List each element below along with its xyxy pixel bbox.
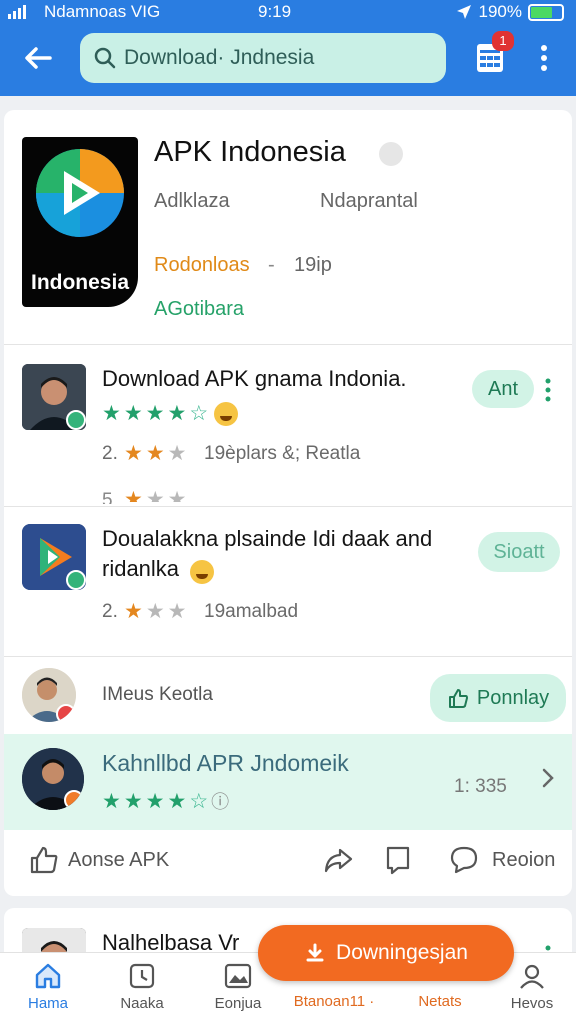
emoji-icon <box>190 560 214 584</box>
profile-icon <box>520 964 544 989</box>
play-button-label: Ponnlay <box>476 687 550 709</box>
location-icon <box>456 5 471 19</box>
verified-badge-icon <box>66 410 86 430</box>
nav-label: Btanoan11 · <box>293 993 375 1010</box>
rating-prefix: 5 <box>102 490 113 504</box>
nav-label: Netats <box>418 993 462 1010</box>
app-bar: Ndamnoas VIG 9:19 190% 1 <box>0 0 576 96</box>
user-name[interactable]: IMeus Keotla <box>102 684 213 706</box>
notification-badge: 1 <box>492 31 514 51</box>
nav-news[interactable]: Netats <box>392 993 488 1010</box>
nav-downloads[interactable]: Btanoan11 · <box>286 993 382 1010</box>
comment-icon[interactable] <box>448 844 480 876</box>
rating-stars: ★ ★ ★ ★ ☆ ⓘ <box>102 790 230 813</box>
app-detail-card: Indonesia APK Indonesia Adlklaza Ndapran… <box>4 110 572 896</box>
back-arrow-icon[interactable] <box>20 40 56 76</box>
report-label[interactable]: Reoion <box>492 849 555 872</box>
list-item-title[interactable]: Doualakkna plsainde Idi daak and ridanlk… <box>102 524 472 584</box>
secondary-rating-stars: ★ ★ ★ <box>124 488 187 502</box>
app-logo[interactable]: Indonesia <box>22 137 138 307</box>
nav-label: Hevos <box>510 995 554 1012</box>
battery-percent: 190% <box>478 2 522 21</box>
share-icon[interactable] <box>322 844 354 876</box>
home-icon <box>35 963 61 989</box>
download-icon <box>306 943 324 962</box>
reviews-text: 19èplars &; Reatla <box>204 443 361 464</box>
app-logo-label: Indonesia <box>30 271 130 294</box>
divider <box>4 506 572 507</box>
developer-name[interactable]: Adlklaza <box>154 190 230 213</box>
avatar[interactable] <box>22 364 86 430</box>
app-icon[interactable] <box>22 524 86 590</box>
play-logo-icon <box>36 149 124 237</box>
nav-apps[interactable]: Naaka <box>94 961 190 1012</box>
search-icon <box>94 47 116 69</box>
nav-label: Naaka <box>120 995 164 1012</box>
featured-count: 1: 335 <box>454 776 507 797</box>
nav-home[interactable]: Hama <box>0 961 96 1012</box>
badge-icon <box>56 704 76 722</box>
app-title: APK Indonesia <box>154 136 346 168</box>
download-fab-label: Downingesjan <box>336 941 468 964</box>
action-button[interactable]: Ant <box>472 370 534 408</box>
reviews-text: 19amalbad <box>204 601 299 622</box>
badge-icon <box>64 790 84 810</box>
divider <box>4 344 572 345</box>
thumbs-up-icon <box>448 689 468 708</box>
nav-label: Eonjua <box>214 995 262 1012</box>
emoji-icon <box>214 402 238 426</box>
more-options-icon[interactable] <box>544 377 552 403</box>
battery-icon <box>528 3 564 21</box>
featured-title[interactable]: Kahnllbd APR Jndomeik <box>102 748 349 778</box>
carrier-name: Ndamnoas VIG <box>44 2 161 21</box>
avatar[interactable] <box>22 748 84 810</box>
more-options-icon[interactable] <box>534 44 554 72</box>
bookmark-icon[interactable] <box>382 844 414 876</box>
rating-prefix: 2. <box>102 601 118 622</box>
image-icon <box>224 963 252 989</box>
thumbs-up-icon[interactable] <box>28 844 60 876</box>
rating-prefix: 2. <box>102 443 118 464</box>
download-fab[interactable]: Downingesjan <box>258 925 514 981</box>
downloads-label: Rodonloas <box>154 254 250 276</box>
like-label[interactable]: Aonse APK <box>68 849 169 872</box>
search-input[interactable] <box>124 46 424 70</box>
search-bar[interactable] <box>80 33 446 83</box>
secondary-rating-stars: ★ ★ ★ <box>124 600 187 623</box>
app-category[interactable]: Ndaprantal <box>320 190 418 213</box>
action-button[interactable]: Sioatt <box>478 532 560 572</box>
meta-separator: - <box>268 254 275 276</box>
avatar[interactable] <box>22 668 76 722</box>
rating-stars: ★ ★ ★ ★ ☆ <box>102 402 209 425</box>
divider <box>4 656 572 657</box>
nav-label: Hama <box>27 995 68 1012</box>
clock-card-icon <box>129 963 155 989</box>
chevron-right-icon[interactable] <box>540 766 556 790</box>
verified-badge-icon <box>66 570 86 590</box>
verified-icon <box>379 142 403 166</box>
status-bar: Ndamnoas VIG 9:19 190% <box>0 0 576 26</box>
secondary-rating-stars: ★ ★ ★ <box>124 442 187 465</box>
app-status: AGotibara <box>154 298 245 320</box>
play-button[interactable]: Ponnlay <box>430 674 566 722</box>
signal-icon <box>8 5 26 19</box>
clock: 9:19 <box>258 2 292 21</box>
list-item-title[interactable]: Download APK gnama Indonia. <box>102 364 482 394</box>
app-size: 19ip <box>294 254 332 276</box>
